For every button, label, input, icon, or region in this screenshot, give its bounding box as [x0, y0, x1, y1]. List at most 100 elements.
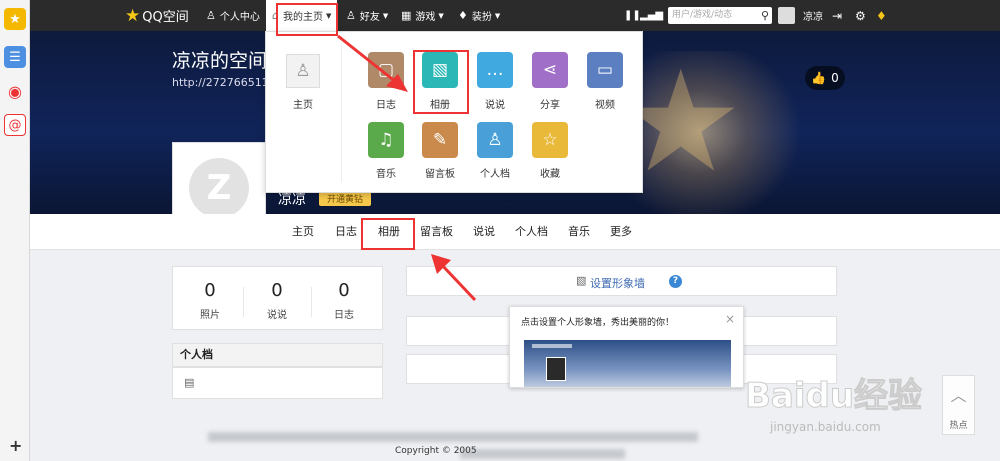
footer-line-blurred — [460, 449, 625, 459]
tip-preview-image — [524, 340, 731, 387]
star-icon[interactable]: ★ — [4, 8, 26, 30]
shirt-icon: ♦ — [458, 9, 468, 22]
help-icon[interactable]: ? — [669, 275, 682, 288]
preview-bar — [532, 344, 572, 348]
personal-center-label: 个人中心 — [219, 12, 260, 23]
dress-menu[interactable]: ♦ 装扮 ▼ — [458, 0, 500, 31]
search-icon[interactable]: ⚲ — [761, 7, 769, 24]
highlight-my-home — [276, 3, 338, 36]
image-wall-tip: 点击设置个人形象墙，秀出美丽的你！ × — [509, 306, 744, 388]
photos-label: 照片 — [200, 310, 220, 321]
nav-profile[interactable]: 个人档 — [515, 214, 548, 250]
nav-home[interactable]: 主页 — [292, 214, 314, 250]
signal-icon[interactable]: ▂▄▆ — [640, 0, 663, 31]
app-shuoshuo-label[interactable]: 说说 — [470, 96, 520, 111]
profile-doc-icon[interactable]: ▤ — [184, 376, 194, 389]
logout-icon[interactable]: ⇥ — [832, 0, 842, 31]
user-avatar[interactable] — [778, 0, 795, 31]
app-board-label[interactable]: 留言板 — [415, 165, 465, 180]
profile-card: ▤ — [172, 367, 383, 399]
games-menu[interactable]: ▦ 游戏 ▼ — [401, 0, 444, 31]
highlight-album-nav — [361, 218, 415, 250]
chevron-down-icon: ▼ — [494, 11, 501, 20]
baidu-watermark: Baidu经验 — [744, 376, 923, 417]
like-button[interactable]: 👍 0 — [805, 66, 845, 90]
stat-divider — [243, 287, 244, 317]
shuoshuo-count[interactable]: 0 — [257, 280, 297, 301]
personal-center-link[interactable]: ♙ 个人中心 — [206, 0, 260, 31]
gear-icon[interactable]: ⚙ — [855, 0, 866, 31]
stats-card: 0 照片 0 说说 0 日志 — [172, 266, 383, 330]
friends-label: 好友 — [359, 12, 380, 23]
dropdown-divider — [341, 44, 342, 182]
chevron-down-icon: ▼ — [382, 11, 389, 20]
pause-icon[interactable]: ❚❚ — [624, 0, 641, 31]
nav-board[interactable]: 留言板 — [420, 214, 453, 250]
profile-icon[interactable]: ♙ — [477, 122, 513, 158]
set-image-wall-link[interactable]: 设置形象墙 — [590, 275, 645, 291]
qzone-logo[interactable]: ★ QQ空间 — [125, 0, 189, 31]
app-profile-label[interactable]: 个人档 — [470, 165, 520, 180]
thumbs-up-icon: 👍 — [811, 71, 827, 85]
home-avatar-icon[interactable]: ♙ — [286, 54, 320, 88]
app-diary-label[interactable]: 日志 — [361, 96, 411, 111]
highlight-album-app — [413, 50, 469, 114]
user-icon: ♙ — [206, 9, 216, 22]
diary-icon[interactable]: ▢ — [368, 52, 404, 88]
space-title: 凉凉的空间 — [172, 50, 268, 72]
shuoshuo-label: 说说 — [267, 310, 287, 321]
share-icon[interactable]: ⋖ — [532, 52, 568, 88]
stat-divider — [311, 287, 312, 317]
qzone-avatar-icon: Z — [189, 158, 249, 218]
grid-icon: ▦ — [401, 9, 412, 22]
space-url[interactable]: http://2727665117. — [172, 76, 279, 89]
music-icon[interactable]: ♫ — [368, 122, 404, 158]
preview-avatar — [546, 357, 566, 381]
nav-music[interactable]: 音乐 — [568, 214, 590, 250]
baidu-watermark-url: jingyan.baidu.com — [770, 420, 881, 434]
weibo-icon[interactable]: ◉ — [4, 80, 26, 102]
chevron-down-icon: ▼ — [438, 11, 444, 20]
avatar-thumb — [778, 7, 795, 24]
vip-badge[interactable]: 开通黄钻 — [319, 191, 372, 206]
left-rail: ★ ☰ ◉ @ + — [0, 0, 30, 461]
footer-copyright: Copyright © 2005 — [395, 446, 477, 456]
photos-count[interactable]: 0 — [190, 280, 230, 301]
list-icon[interactable]: ☰ — [4, 46, 26, 68]
like-count: 0 — [831, 71, 839, 85]
nav-more[interactable]: 更多 — [610, 214, 632, 250]
friends-menu[interactable]: ♙ 好友 ▼ — [346, 0, 388, 31]
nav-diary[interactable]: 日志 — [335, 214, 357, 250]
dress-label: 装扮 — [471, 12, 492, 23]
image-icon: ▧ — [576, 274, 587, 287]
diary-count[interactable]: 0 — [324, 280, 364, 301]
board-icon[interactable]: ✎ — [422, 122, 458, 158]
nav-shuoshuo[interactable]: 说说 — [473, 214, 495, 250]
diamond-icon[interactable]: ♦ — [876, 0, 887, 31]
mail-icon[interactable]: @ — [4, 114, 26, 136]
qzone-star-icon: ★ — [125, 5, 141, 26]
friends-icon: ♙ — [346, 9, 356, 22]
profile-heading: 个人档 — [172, 343, 383, 367]
top-bar: ★ QQ空间 ♙ 个人中心 ⌂ 我的主页 ▼ ♙ 好友 ▼ ▦ 游戏 ▼ ♦ 装… — [30, 0, 1000, 31]
chevron-up-icon: ︿ — [950, 386, 967, 405]
add-icon[interactable]: + — [9, 436, 22, 455]
app-share-label[interactable]: 分享 — [525, 96, 575, 111]
footer-links-blurred — [208, 432, 698, 442]
app-favorite-label[interactable]: 收藏 — [525, 165, 575, 180]
hot-button[interactable]: ︿ 热点 — [942, 375, 975, 435]
app-video-label[interactable]: 视频 — [580, 96, 630, 111]
close-icon[interactable]: × — [725, 312, 735, 326]
games-label: 游戏 — [415, 12, 436, 23]
search-input[interactable]: 用户/游戏/动态 ⚲ — [668, 7, 772, 24]
video-icon[interactable]: ▭ — [587, 52, 623, 88]
main-nav: 主页 日志 相册 留言板 说说 个人档 音乐 更多 — [30, 214, 1000, 250]
app-music-label[interactable]: 音乐 — [361, 165, 411, 180]
username-link[interactable]: 凉凉 — [803, 0, 823, 31]
dropdown-home-label[interactable]: 主页 — [278, 96, 328, 111]
feed-card-2 — [406, 354, 510, 384]
favorite-icon[interactable]: ☆ — [532, 122, 568, 158]
chat-icon[interactable]: … — [477, 52, 513, 88]
tip-text: 点击设置个人形象墙，秀出美丽的你！ — [521, 318, 675, 328]
image-wall-card: ▧ 设置形象墙 ? — [406, 266, 837, 296]
